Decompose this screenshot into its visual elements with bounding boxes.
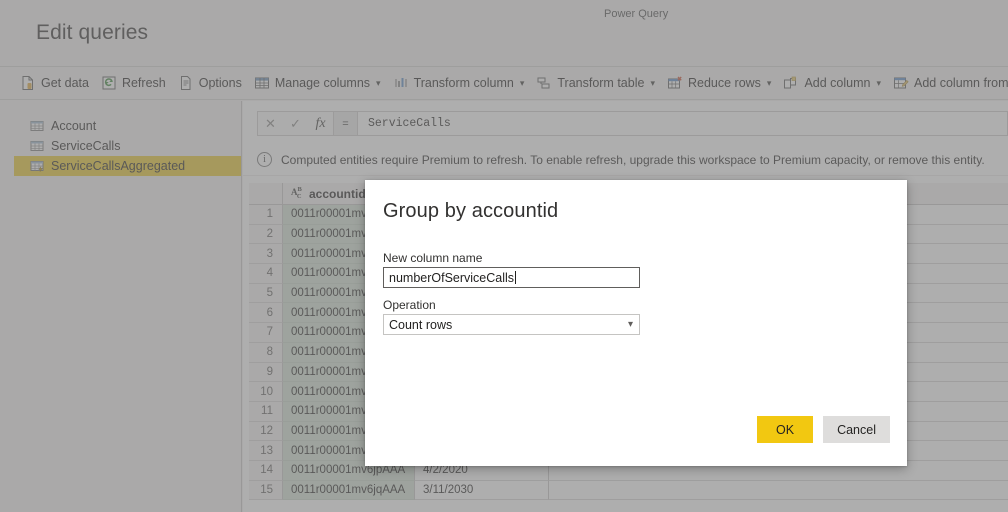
row-number: 2: [249, 225, 283, 245]
row-number: 5: [249, 284, 283, 304]
add-column-icon: [783, 75, 799, 91]
transform-table-icon: [536, 75, 552, 91]
ribbon-options-button[interactable]: Options: [172, 67, 248, 99]
ribbon-toolbar: Get data Refresh: [0, 66, 1008, 100]
ribbon-item-label: Reduce rows: [688, 76, 761, 90]
dialog-title: Group by accountid: [383, 200, 558, 223]
computed-table-icon: [30, 159, 44, 173]
table-icon: [30, 119, 44, 133]
sidebar-item-servicecalls[interactable]: ServiceCalls: [26, 136, 229, 156]
ribbon-item-label: Add column from ex: [914, 76, 1008, 90]
manage-columns-icon: [254, 75, 270, 91]
ok-button[interactable]: OK: [757, 416, 813, 443]
row-number: 6: [249, 303, 283, 323]
ribbon-add-column-menu[interactable]: Add column ▾: [777, 67, 887, 99]
new-column-name-value: numberOfServiceCalls: [389, 271, 514, 285]
table-row[interactable]: 150011r00001mv6jqAAA3/11/2030: [249, 481, 1008, 501]
ribbon-reduce-rows-menu[interactable]: Reduce rows ▾: [661, 67, 777, 99]
ribbon-add-column-from-examples-button[interactable]: Add column from ex: [887, 67, 1008, 99]
row-number: 10: [249, 382, 283, 402]
chevron-down-icon: ▾: [876, 78, 881, 89]
chevron-down-icon: ▾: [520, 78, 525, 89]
chevron-down-icon: ▾: [767, 78, 772, 89]
ribbon-item-label: Transform column: [414, 76, 514, 90]
refresh-icon: [101, 75, 117, 91]
dialog-button-row: OK Cancel: [757, 416, 890, 443]
reduce-rows-icon: [667, 75, 683, 91]
ribbon-transform-column-menu[interactable]: Transform column ▾: [387, 67, 531, 99]
queries-sidebar: Account ServiceCalls: [0, 101, 242, 512]
ribbon-get-data-button[interactable]: Get data: [14, 67, 95, 99]
ribbon-manage-columns-menu[interactable]: Manage columns ▾: [248, 67, 387, 99]
row-number: 14: [249, 461, 283, 481]
app-name-label: Power Query: [604, 8, 668, 20]
abc-text-type-icon: ABC: [291, 187, 304, 200]
ribbon-item-label: Transform table: [557, 76, 644, 90]
ribbon-item-label: Options: [199, 76, 242, 90]
page-title: Edit queries: [36, 21, 148, 45]
text-caret: [515, 271, 516, 284]
ribbon-item-label: Add column: [804, 76, 870, 90]
sidebar-item-label: ServiceCalls: [51, 139, 120, 153]
row-number: 15: [249, 481, 283, 501]
options-icon: [178, 75, 194, 91]
add-column-from-examples-icon: [893, 75, 909, 91]
ribbon-transform-table-menu[interactable]: Transform table ▾: [530, 67, 661, 99]
row-number: 3: [249, 244, 283, 264]
sidebar-item-label: Account: [51, 119, 96, 133]
operation-select[interactable]: Count rows ▾: [383, 314, 640, 335]
chevron-down-icon: ▾: [628, 319, 633, 330]
row-number: 1: [249, 205, 283, 225]
ribbon-refresh-button[interactable]: Refresh: [95, 67, 172, 99]
sidebar-item-label: ServiceCallsAggregated: [51, 159, 185, 173]
group-by-dialog: Group by accountid New column name numbe…: [365, 180, 907, 466]
ribbon-item-label: Refresh: [122, 76, 166, 90]
grid-column-header-label: accountid: [309, 187, 366, 201]
chevron-down-icon: ▾: [650, 78, 655, 89]
operation-selected-value: Count rows: [389, 318, 628, 332]
new-column-name-input[interactable]: numberOfServiceCalls: [383, 267, 640, 288]
get-data-icon: [20, 75, 36, 91]
transform-column-icon: [393, 75, 409, 91]
row-number: 11: [249, 402, 283, 422]
title-bar: Edit queries Power Query: [0, 0, 1008, 66]
row-number: 8: [249, 343, 283, 363]
new-column-name-label: New column name: [383, 251, 482, 265]
sidebar-item-account[interactable]: Account: [26, 116, 229, 136]
row-number: 7: [249, 323, 283, 343]
cancel-button[interactable]: Cancel: [823, 416, 890, 443]
info-icon: i: [257, 152, 272, 167]
chevron-down-icon: ▾: [376, 78, 381, 89]
operation-label: Operation: [383, 298, 436, 312]
formula-cancel-icon[interactable]: ✕: [258, 112, 283, 135]
cell-accountid[interactable]: 0011r00001mv6jqAAA: [283, 481, 415, 501]
ribbon-item-label: Get data: [41, 76, 89, 90]
ribbon-item-label: Manage columns: [275, 76, 370, 90]
row-number: 4: [249, 264, 283, 284]
row-number: 12: [249, 422, 283, 442]
formula-bar: ✕ ✓ fx = ServiceCalls: [243, 111, 1008, 136]
formula-input[interactable]: ServiceCalls: [358, 111, 1008, 136]
formula-bar-buttons: ✕ ✓ fx: [257, 111, 334, 136]
row-number: 13: [249, 441, 283, 461]
grid-rownumber-header: [249, 183, 283, 204]
fx-icon[interactable]: fx: [308, 112, 333, 135]
formula-equals-label: =: [334, 111, 358, 136]
row-number: 9: [249, 363, 283, 383]
power-query-editor-window: Edit queries Power Query Get data: [0, 0, 1008, 512]
cell-filler: [549, 481, 1008, 501]
formula-confirm-icon[interactable]: ✓: [283, 112, 308, 135]
info-banner-message: Computed entities require Premium to ref…: [281, 153, 985, 167]
table-icon: [30, 139, 44, 153]
cell-column2[interactable]: 3/11/2030: [415, 481, 549, 501]
sidebar-item-servicecallsaggregated[interactable]: ServiceCallsAggregated: [14, 156, 241, 176]
premium-info-banner: i Computed entities require Premium to r…: [243, 144, 1008, 176]
